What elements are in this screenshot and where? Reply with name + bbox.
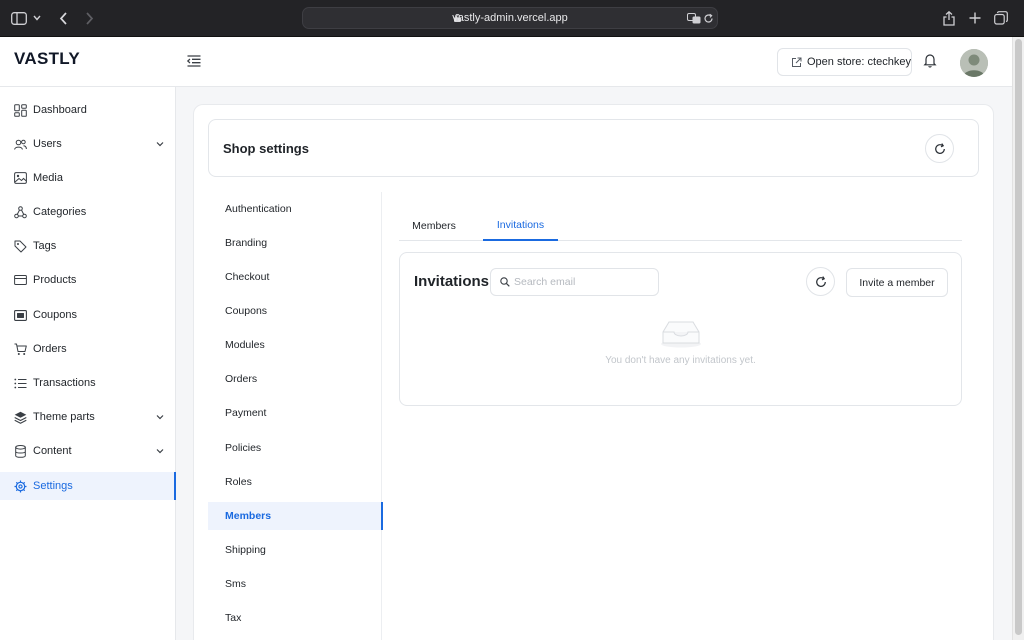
logo: VASTLY	[14, 49, 81, 68]
settings-nav-shipping[interactable]: Shipping	[208, 536, 382, 564]
settings-nav: Authentication Branding Checkout Coupons…	[208, 192, 383, 640]
search-email-input[interactable]	[514, 276, 654, 288]
share-icon[interactable]	[940, 9, 958, 27]
settings-nav-payment[interactable]: Payment	[208, 399, 382, 427]
coupon-icon	[14, 309, 27, 322]
image-icon	[14, 172, 27, 185]
refresh-icon	[815, 275, 826, 287]
sidebar-item-label: Users	[33, 138, 62, 150]
layers-icon	[14, 411, 27, 424]
search-icon	[500, 277, 510, 287]
scrollbar-thumb[interactable]	[1015, 39, 1022, 635]
settings-nav-policies[interactable]: Policies	[208, 434, 382, 462]
tab-overview-icon[interactable]	[992, 9, 1010, 27]
sidebar-item-dashboard[interactable]: Dashboard	[0, 96, 176, 124]
empty-inbox-icon	[661, 321, 701, 348]
open-store-label: Open store: ctechkey	[807, 56, 911, 68]
sidebar-item-transactions[interactable]: Transactions	[0, 369, 176, 397]
app-header: VASTLY Open store: ctechkey	[0, 37, 1012, 87]
settings-nav-checkout[interactable]: Checkout	[208, 263, 382, 291]
sidebar-item-content[interactable]: Content	[0, 437, 176, 465]
page-title: Shop settings	[223, 141, 309, 156]
members-tabs: Members Invitations	[399, 210, 962, 241]
sidebar-item-label: Tags	[33, 240, 57, 252]
sidebar-item-categories[interactable]: Categories	[0, 198, 176, 226]
sidebar-item-label: Settings	[33, 480, 73, 492]
sidebar-item-label: Coupons	[33, 309, 78, 321]
settings-nav-modules[interactable]: Modules	[208, 331, 382, 359]
invite-member-button[interactable]: Invite a member	[846, 268, 948, 297]
tab-invitations[interactable]: Invitations	[483, 210, 558, 241]
tab-members[interactable]: Members	[399, 210, 469, 241]
users-icon	[14, 138, 27, 151]
sidebar-item-tags[interactable]: Tags	[0, 232, 176, 260]
database-icon	[14, 444, 27, 458]
sidebar: Dashboard Users Media Categories Tags Pr…	[0, 87, 176, 640]
settings-nav-sms[interactable]: Sms	[208, 570, 382, 598]
refresh-icon	[934, 142, 945, 154]
sidebar-item-users[interactable]: Users	[0, 130, 176, 158]
sidebar-item-coupons[interactable]: Coupons	[0, 301, 176, 329]
settings-nav-authentication[interactable]: Authentication	[208, 195, 382, 223]
browser-toolbar: vastly-admin.vercel.app	[0, 0, 1024, 37]
sidebar-item-theme-parts[interactable]: Theme parts	[0, 403, 176, 431]
refresh-invitations-button[interactable]	[806, 267, 835, 296]
avatar[interactable]	[960, 49, 988, 77]
sidebar-item-label: Products	[33, 274, 77, 286]
products-icon	[14, 274, 27, 287]
sidebar-toggle-icon[interactable]	[10, 9, 28, 27]
sidebar-item-label: Dashboard	[33, 104, 87, 116]
chevron-down-icon[interactable]	[155, 412, 165, 422]
gear-icon	[14, 480, 27, 493]
open-store-button[interactable]: Open store: ctechkey	[777, 48, 912, 76]
settings-nav-roles[interactable]: Roles	[208, 468, 382, 496]
empty-state-text: You don't have any invitations yet.	[605, 355, 756, 366]
sidebar-item-label: Theme parts	[33, 411, 95, 423]
bell-icon[interactable]	[922, 52, 938, 68]
sidebar-item-label: Orders	[33, 343, 67, 355]
settings-nav-tax[interactable]: Tax	[208, 604, 382, 632]
chevron-down-icon[interactable]	[155, 139, 165, 149]
sidebar-item-orders[interactable]: Orders	[0, 335, 176, 363]
list-icon	[14, 377, 27, 390]
settings-nav-orders[interactable]: Orders	[208, 365, 382, 393]
forward-icon[interactable]	[80, 9, 98, 27]
cart-icon	[14, 343, 27, 356]
sidebar-item-label: Content	[33, 445, 72, 457]
sidebar-item-media[interactable]: Media	[0, 164, 176, 192]
chevron-down-icon[interactable]	[155, 446, 165, 456]
chevron-down-icon[interactable]	[30, 9, 44, 27]
collapse-sidebar-icon[interactable]	[186, 53, 202, 69]
search-field[interactable]	[490, 268, 659, 296]
external-link-icon	[792, 57, 802, 67]
shop-settings-header: Shop settings	[208, 119, 979, 177]
tag-icon	[14, 240, 27, 253]
settings-nav-coupons[interactable]: Coupons	[208, 297, 382, 325]
back-icon[interactable]	[54, 9, 72, 27]
page-scrollbar[interactable]	[1012, 37, 1024, 640]
sidebar-item-settings[interactable]: Settings	[0, 472, 176, 500]
categories-icon	[14, 205, 27, 219]
new-tab-icon[interactable]	[966, 9, 984, 27]
settings-nav-branding[interactable]: Branding	[208, 229, 382, 257]
refresh-settings-button[interactable]	[925, 134, 954, 163]
translate-icon[interactable]	[686, 11, 701, 26]
invitations-title: Invitations	[414, 273, 490, 290]
sidebar-item-products[interactable]: Products	[0, 266, 176, 294]
sidebar-item-label: Transactions	[33, 377, 96, 389]
sidebar-item-label: Categories	[33, 206, 87, 218]
reload-icon[interactable]	[701, 11, 716, 26]
sidebar-item-label: Media	[33, 172, 63, 184]
settings-nav-members[interactable]: Members	[208, 502, 383, 530]
invitations-panel: Invitations Invite a member You don't ha…	[399, 252, 962, 406]
url-text: vastly-admin.vercel.app	[452, 12, 568, 24]
address-bar[interactable]: vastly-admin.vercel.app	[302, 7, 718, 29]
dashboard-icon	[14, 103, 27, 117]
